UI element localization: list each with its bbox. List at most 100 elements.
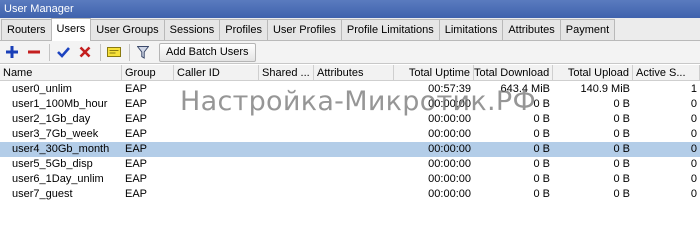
cell-name: user4_30Gb_month xyxy=(12,143,110,155)
cell-name: user7_guest xyxy=(12,188,73,200)
toolbar: Add Batch Users xyxy=(0,41,700,64)
tab-user-groups[interactable]: User Groups xyxy=(90,19,165,40)
cell-total-uptime: 00:00:00 xyxy=(428,98,471,110)
cell-total-uptime: 00:00:00 xyxy=(428,143,471,155)
tab-strip: Routers Users User Groups Sessions Profiles U… xyxy=(0,18,700,41)
cell-name: user2_1Gb_day xyxy=(12,113,91,125)
table-row[interactable]: user0_unlim EAP 00:57:39 643.4 MiB 140.9 MiB… xyxy=(0,82,700,97)
column-header-total-upload[interactable]: Total Upload xyxy=(553,65,633,81)
cell-active-sessions: 0 xyxy=(690,98,697,110)
cell-shared-users xyxy=(259,187,314,202)
enable-button[interactable] xyxy=(53,43,73,62)
filter-icon xyxy=(137,45,149,59)
cell-name: user0_unlim xyxy=(12,83,72,95)
cell-active-sessions: 0 xyxy=(690,113,697,125)
cell-active-sessions: 0 xyxy=(690,188,697,200)
cell-total-uptime: 00:00:00 xyxy=(428,158,471,170)
users-table: Name Group Caller ID Shared ... Attributes To… xyxy=(0,65,700,206)
cell-caller-id xyxy=(174,157,259,172)
cell-total-download: 0 B xyxy=(533,113,550,125)
cell-total-download: 0 B xyxy=(533,188,550,200)
tab-limitations[interactable]: Limitations xyxy=(438,19,504,40)
cell-caller-id xyxy=(174,97,259,112)
column-header-total-download[interactable]: Total Download xyxy=(474,65,553,81)
cell-group: EAP xyxy=(125,188,148,200)
cell-active-sessions: 0 xyxy=(690,128,697,140)
cell-shared-users xyxy=(259,172,314,187)
table-row[interactable]: user6_1Day_unlim EAP 00:00:00 0 B 0 B 0 xyxy=(0,172,700,187)
tab-profile-limitations[interactable]: Profile Limitations xyxy=(340,19,440,40)
column-header-total-uptime[interactable]: Total Uptime xyxy=(394,65,474,81)
tab-users[interactable]: Users xyxy=(50,18,92,41)
cell-total-upload: 0 B xyxy=(613,188,630,200)
table-row[interactable]: user4_30Gb_month EAP 00:00:00 0 B 0 B 0 xyxy=(0,142,700,157)
add-button[interactable] xyxy=(2,43,22,62)
cell-name: user6_1Day_unlim xyxy=(12,173,104,185)
cell-total-upload: 0 B xyxy=(613,158,630,170)
comment-button[interactable] xyxy=(104,43,124,62)
remove-icon xyxy=(28,50,40,54)
cell-total-upload: 0 B xyxy=(613,113,630,125)
cell-total-upload: 0 B xyxy=(613,128,630,140)
tab-user-profiles[interactable]: User Profiles xyxy=(266,19,342,40)
column-header-group[interactable]: Group xyxy=(122,65,174,81)
cell-attributes xyxy=(314,82,394,97)
cell-shared-users xyxy=(259,112,314,127)
column-header-name[interactable]: Name xyxy=(0,65,122,81)
toolbar-separator xyxy=(129,43,130,61)
cell-total-uptime: 00:00:00 xyxy=(428,173,471,185)
cell-name: user3_7Gb_week xyxy=(12,128,99,140)
tab-routers[interactable]: Routers xyxy=(1,19,52,40)
cell-total-upload: 0 B xyxy=(613,173,630,185)
cell-group: EAP xyxy=(125,173,148,185)
cell-attributes xyxy=(314,187,394,202)
table-row[interactable]: user3_7Gb_week EAP 00:00:00 0 B 0 B 0 xyxy=(0,127,700,142)
cell-total-upload: 0 B xyxy=(613,143,630,155)
remove-button[interactable] xyxy=(24,43,44,62)
cell-group: EAP xyxy=(125,143,148,155)
table-row[interactable]: user7_guest EAP 00:00:00 0 B 0 B 0 xyxy=(0,187,700,202)
disable-button[interactable] xyxy=(75,43,95,62)
cell-name: user5_5Gb_disp xyxy=(12,158,93,170)
tab-profiles[interactable]: Profiles xyxy=(219,19,268,40)
table-row[interactable]: user5_5Gb_disp EAP 00:00:00 0 B 0 B 0 xyxy=(0,157,700,172)
table-header: Name Group Caller ID Shared ... Attributes To… xyxy=(0,65,700,81)
table-row[interactable]: user2_1Gb_day EAP 00:00:00 0 B 0 B 0 xyxy=(0,112,700,127)
column-header-shared-users[interactable]: Shared ... xyxy=(259,65,314,81)
filter-button[interactable] xyxy=(133,43,153,62)
cell-caller-id xyxy=(174,172,259,187)
cell-total-download: 0 B xyxy=(533,128,550,140)
column-header-caller-id[interactable]: Caller ID xyxy=(174,65,259,81)
cell-caller-id xyxy=(174,187,259,202)
add-icon xyxy=(6,46,18,58)
window-title: User Manager xyxy=(4,3,74,15)
tab-attributes[interactable]: Attributes xyxy=(502,19,561,40)
cell-caller-id xyxy=(174,142,259,157)
cell-active-sessions: 1 xyxy=(690,83,697,95)
cell-attributes xyxy=(314,142,394,157)
cell-active-sessions: 0 xyxy=(690,158,697,170)
tab-payment[interactable]: Payment xyxy=(559,19,616,40)
toolbar-separator xyxy=(49,43,50,61)
window-titlebar: User Manager xyxy=(0,0,700,18)
tab-sessions[interactable]: Sessions xyxy=(163,19,221,40)
cell-total-download: 0 B xyxy=(533,143,550,155)
cell-total-uptime: 00:57:39 xyxy=(428,83,471,95)
cell-total-download: 0 B xyxy=(533,98,550,110)
enable-check-icon xyxy=(56,47,70,58)
cell-total-uptime: 00:00:00 xyxy=(428,188,471,200)
cell-shared-users xyxy=(259,97,314,112)
cell-caller-id xyxy=(174,82,259,97)
cell-total-uptime: 00:00:00 xyxy=(428,113,471,125)
cell-group: EAP xyxy=(125,158,148,170)
cell-attributes xyxy=(314,157,394,172)
cell-caller-id xyxy=(174,127,259,142)
table-row[interactable]: user1_100Mb_hour EAP 00:00:00 0 B 0 B 0 xyxy=(0,97,700,112)
add-batch-users-button[interactable]: Add Batch Users xyxy=(159,42,256,62)
cell-name: user1_100Mb_hour xyxy=(12,98,108,110)
cell-caller-id xyxy=(174,112,259,127)
cell-total-upload: 0 B xyxy=(613,98,630,110)
cell-active-sessions: 0 xyxy=(690,143,697,155)
column-header-attributes[interactable]: Attributes xyxy=(314,65,394,81)
column-header-active-sessions[interactable]: Active S... xyxy=(633,65,700,81)
